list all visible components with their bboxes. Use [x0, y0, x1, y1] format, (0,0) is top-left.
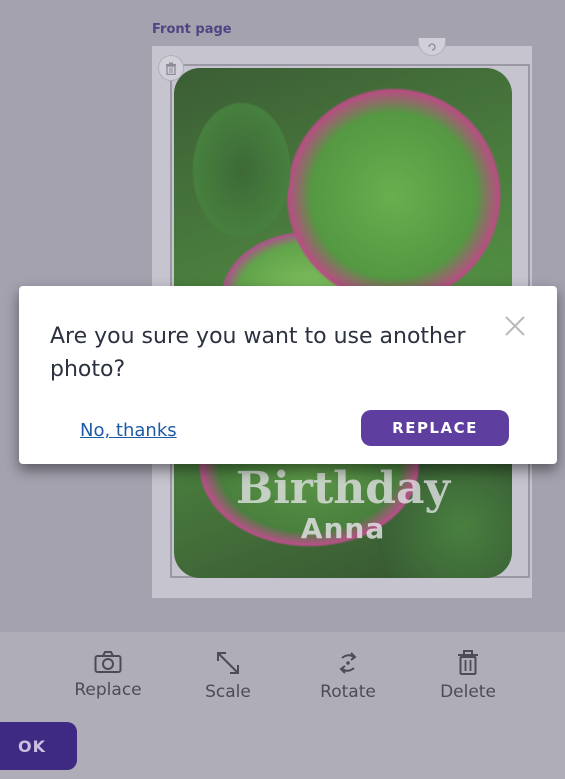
close-icon[interactable]	[503, 314, 527, 338]
dialog-message: Are you sure you want to use another pho…	[50, 324, 466, 382]
scale-tool-label: Scale	[205, 682, 251, 702]
no-thanks-link[interactable]: No, thanks	[80, 420, 177, 441]
rotate-icon	[339, 652, 357, 674]
scale-tool-button[interactable]: Scale	[173, 650, 283, 702]
rotate-tool-button[interactable]: Rotate	[293, 650, 403, 702]
replace-confirm-dialog: Are you sure you want to use another pho…	[19, 286, 557, 464]
rotate-tool-label: Rotate	[320, 682, 376, 702]
replace-tool-button[interactable]: Replace	[53, 650, 163, 700]
ok-button[interactable]: OK	[0, 722, 77, 770]
replace-tool-label: Replace	[74, 680, 142, 700]
photo-toolbar: Replace Scale Rotate Delete	[0, 632, 565, 779]
delete-tool-label: Delete	[440, 682, 496, 702]
camera-icon	[94, 651, 122, 673]
replace-button[interactable]: REPLACE	[361, 410, 509, 446]
scale-icon	[217, 652, 239, 674]
trash-icon	[458, 650, 478, 675]
delete-tool-button[interactable]: Delete	[413, 650, 523, 702]
